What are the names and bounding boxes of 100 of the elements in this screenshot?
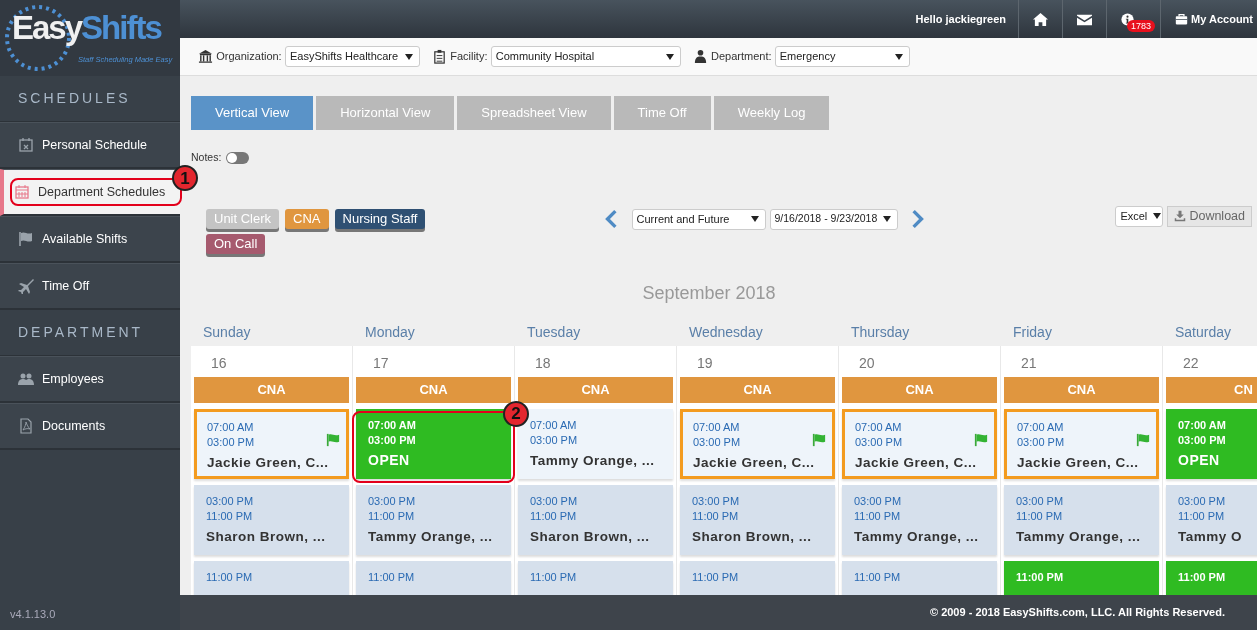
shift-time: 03:00 PM [368,432,417,448]
shift-card[interactable]: 03:00 PM 11:00 PM Tammy Orange, ... [1004,484,1159,555]
shift-time: 11:00 PM [854,508,902,524]
day-number: 19 [696,353,714,373]
group-header: CNA [680,376,835,403]
filter-label: Organization: [216,49,282,65]
shift-time: 07:00 AM [368,417,417,433]
document-icon [18,418,34,434]
shift-name: Tammy O [1178,528,1244,544]
day-name: Monday [364,322,416,342]
legend-tag[interactable]: On Call [206,233,266,254]
shift-card[interactable]: 11:00 PM [518,560,673,595]
person-icon [692,49,708,64]
shift-time: 11:00 PM [530,569,578,585]
shift-card[interactable]: 07:00 AM 03:00 PM Jackie Green, C... [842,408,997,479]
clipboard-icon [431,49,447,64]
shift-name: Tammy Orange, ... [854,528,980,544]
shift-name: Jackie Green, C... [207,454,330,470]
version-label: v4.1.13.0 [9,606,57,622]
shift-time: 11:00 PM [368,508,416,524]
shift-time: 03:00 PM [1178,432,1227,448]
day-number: 20 [858,353,876,373]
shift-time: 11:00 PM [530,508,578,524]
shift-card[interactable]: 03:00 PM 11:00 PM Sharon Brown, ... [518,484,673,555]
dropdown[interactable]: Excel [1115,205,1164,227]
filter-label: Department: [710,49,772,65]
download-button[interactable]: Download [1167,205,1252,227]
shift-time: 07:00 AM [1178,417,1227,433]
shift-time: 03:00 PM [1016,493,1065,509]
notes-label: Notes: [191,150,222,165]
shift-time: 11:00 PM [1016,569,1065,585]
shift-time: 11:00 PM [1178,569,1227,585]
day-name: Sunday [202,322,252,342]
users-icon [18,371,34,387]
filter-label: Facility: [450,49,488,65]
sidebar-item[interactable]: Time Off [0,263,180,310]
shift-time: 11:00 PM [692,569,740,585]
caret-icon [665,53,674,60]
shift-name: Tammy Orange, ... [368,528,494,544]
notification-badge: 1783 [1127,20,1156,32]
shift-card[interactable]: 11:00 PM [680,560,835,595]
shift-card[interactable]: 03:00 PM 11:00 PM Tammy Orange, ... [842,484,997,555]
bank-icon [198,49,213,64]
sidebar-item[interactable]: Department Schedules [0,169,180,216]
shift-name: Jackie Green, C... [855,454,978,470]
sidebar-item[interactable]: Employees [0,356,180,403]
briefcase-icon [1175,12,1189,26]
caret-icon [883,216,892,223]
shift-time: 03:00 PM [693,434,742,450]
dropdown[interactable]: EasyShifts Healthcare [284,46,420,67]
dropdown[interactable]: Emergency [774,46,910,67]
shift-card[interactable]: 11:00 PM [356,560,511,595]
shift-time: 03:00 PM [368,493,417,509]
shift-card[interactable]: 07:00 AM 03:00 PM Jackie Green, C... [1004,408,1159,479]
sidebar-item[interactable]: Documents [0,403,180,450]
shift-time: 03:00 PM [854,493,903,509]
download-icon [1174,210,1187,223]
day-name: Thursday [850,322,911,342]
shift-time: 07:00 AM [1017,419,1065,435]
dropdown[interactable]: Current and Future [631,208,766,230]
shift-name: Tammy Orange, ... [530,452,656,468]
dropdown[interactable]: Community Hospital [490,46,681,67]
shift-card[interactable]: 03:00 PM 11:00 PM Tammy O [1166,484,1257,555]
shift-name: OPEN [1178,452,1221,468]
shift-time: 03:00 PM [692,493,741,509]
shift-time: 03:00 PM [855,434,904,450]
group-header: CNA [842,376,997,403]
copyright-text: © 2009 - 2018 EasyShifts.com, LLC. All Rights Reserved. [929,605,1225,621]
group-header: CNA [194,376,349,403]
group-header: CNA [518,376,673,403]
day-name: Friday [1012,322,1053,342]
shift-card[interactable]: 03:00 PM 11:00 PM Sharon Brown, ... [680,484,835,555]
shift-name: OPEN [368,452,411,468]
group-header: CN [1166,376,1257,403]
group-header: CNA [1004,376,1159,403]
sidebar-item[interactable]: Available Shifts [0,216,180,263]
shift-time: 07:00 AM [693,419,741,435]
flag-icon [18,231,34,247]
airplane-icon [18,278,34,294]
home-icon [1033,11,1049,27]
shift-card[interactable]: 07:00 AM 03:00 PM Jackie Green, C... [194,408,349,479]
shift-card[interactable]: 03:00 PM 11:00 PM Tammy Orange, ... [356,484,511,555]
sidebar-item[interactable]: Personal Schedule [0,122,180,169]
dropdown[interactable]: 9/16/2018 - 9/23/2018 [769,208,898,230]
legend-tag[interactable]: Nursing Staff [334,208,426,229]
shift-card[interactable]: 11:00 PM [194,560,349,595]
calendar-icon [14,184,30,200]
shift-name: Sharon Brown, ... [206,528,327,544]
shift-time: 07:00 AM [207,419,255,435]
shift-card[interactable]: 11:00 PM [842,560,997,595]
shift-name: Jackie Green, C... [693,454,816,470]
shift-name: Sharon Brown, ... [530,528,651,544]
shift-name: Jackie Green, C... [1017,454,1140,470]
shift-card[interactable]: 03:00 PM 11:00 PM Sharon Brown, ... [194,484,349,555]
shift-time: 11:00 PM [368,569,416,585]
shift-time: 11:00 PM [1016,508,1064,524]
notes-toggle[interactable] [226,151,250,164]
day-number: 17 [372,353,390,373]
shift-card[interactable]: 07:00 AM 03:00 PM Jackie Green, C... [680,408,835,479]
caret-icon [404,53,413,60]
